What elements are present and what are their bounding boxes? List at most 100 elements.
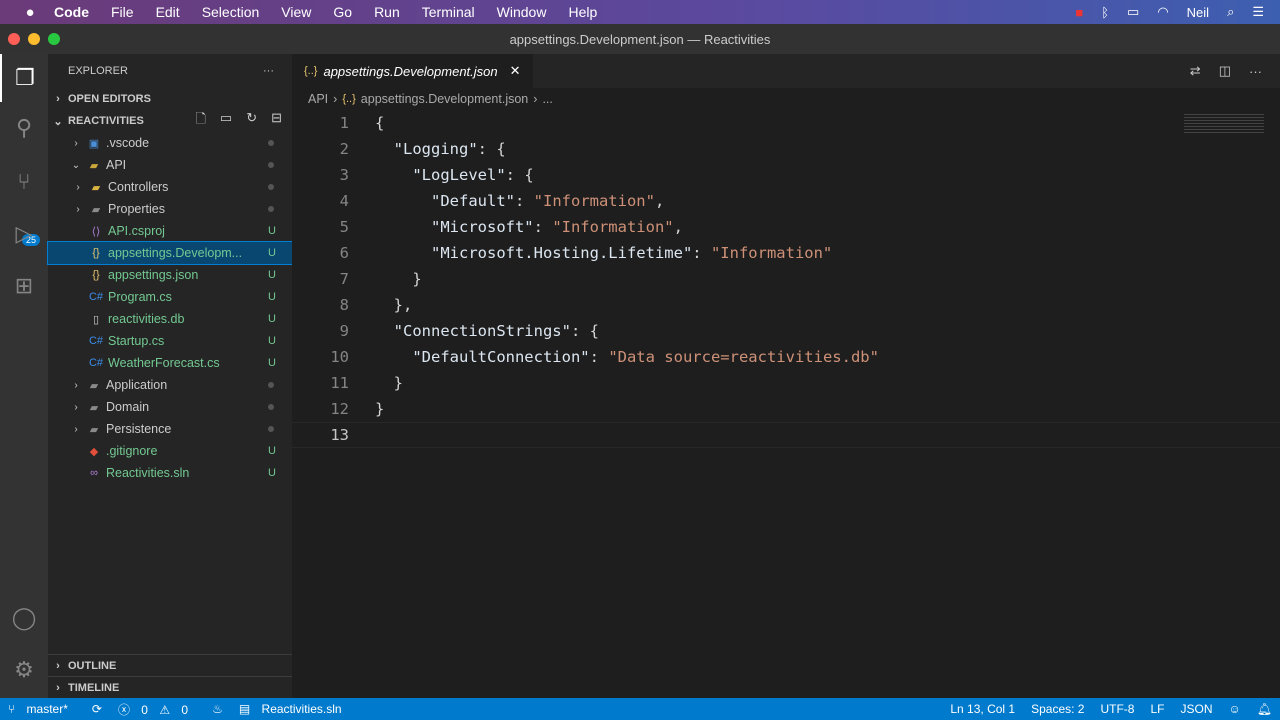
code-editor[interactable]: 1{2 "Logging": {3 "LogLevel": {4 "Defaul… <box>292 110 1280 448</box>
tree-item-persistence-folder[interactable]: › ▰ Persistence <box>48 418 292 440</box>
new-file-icon[interactable]: 🗋 <box>195 110 205 132</box>
refresh-icon[interactable]: ↻ <box>246 110 257 132</box>
solution-status[interactable]: ▤ Reactivities.sln <box>239 702 350 716</box>
extensions-icon[interactable]: ⊞ <box>0 262 48 310</box>
tree-item-application-folder[interactable]: › ▰ Application <box>48 374 292 396</box>
line-number: 4 <box>339 192 349 210</box>
tree-item-startup-file[interactable]: C# Startup.cs U <box>48 330 292 352</box>
breadcrumb-file[interactable]: appsettings.Development.json <box>361 92 528 106</box>
split-editor-icon[interactable]: ◫ <box>1219 63 1231 79</box>
open-changes-icon[interactable]: ⇄ <box>1190 63 1201 79</box>
file-type-icon: ▣ <box>88 137 100 150</box>
file-type-icon: ▰ <box>89 401 99 414</box>
account-icon[interactable]: ◯ <box>0 594 48 642</box>
gear-icon[interactable]: ⚙ <box>0 646 48 694</box>
line-number: 9 <box>339 322 349 340</box>
encoding[interactable]: UTF-8 <box>1100 702 1134 716</box>
tab-appsettings-development[interactable]: {..} appsettings.Development.json ✕ <box>292 54 533 88</box>
menu-code[interactable]: Code <box>54 4 89 20</box>
tree-item-api-folder[interactable]: ⌄ ▰ API <box>48 154 292 176</box>
tree-item-properties-folder[interactable]: › ▰ Properties <box>48 198 292 220</box>
collapse-all-icon[interactable]: ⊟ <box>271 110 282 132</box>
file-type-icon: ∞ <box>90 467 98 479</box>
menu-go[interactable]: Go <box>333 4 352 20</box>
cursor-position[interactable]: Ln 13, Col 1 <box>950 702 1015 716</box>
more-actions-icon[interactable]: ··· <box>1249 64 1262 79</box>
code-token: "Information" <box>552 218 674 236</box>
tree-item-label: appsettings.json <box>108 268 199 282</box>
project-section[interactable]: ⌄ REACTIVITIES 🗋 ▭ ↻ ⊟ <box>48 110 292 132</box>
bluetooth-icon[interactable]: ᛒ <box>1101 5 1109 20</box>
tree-item-solution-file[interactable]: ∞ Reactivities.sln U <box>48 462 292 484</box>
tree-item-controllers-folder[interactable]: › ▰ Controllers <box>48 176 292 198</box>
git-status-badge: U <box>268 313 276 325</box>
menu-file[interactable]: File <box>111 4 134 20</box>
menu-edit[interactable]: Edit <box>156 4 180 20</box>
menu-help[interactable]: Help <box>568 4 597 20</box>
menu-run[interactable]: Run <box>374 4 400 20</box>
file-type-icon: C# <box>88 335 104 347</box>
file-type-icon: ▯ <box>92 313 100 326</box>
wifi-icon[interactable]: ◠ <box>1157 4 1168 20</box>
flame-icon[interactable]: ♨ <box>212 702 223 716</box>
language-mode[interactable]: JSON <box>1180 702 1212 716</box>
feedback-icon[interactable]: ☺ <box>1229 702 1241 716</box>
tree-item-appsettings-development-file[interactable]: {} appsettings.Developm... U <box>47 241 293 265</box>
minimize-window-button[interactable] <box>28 33 40 45</box>
file-type-icon: ⟨⟩ <box>91 225 101 238</box>
line-ending[interactable]: LF <box>1150 702 1164 716</box>
search-icon[interactable]: ⚲ <box>0 104 48 152</box>
menu-window[interactable]: Window <box>497 4 547 20</box>
record-icon[interactable]: ■ <box>1075 5 1083 20</box>
menu-terminal[interactable]: Terminal <box>422 4 475 20</box>
source-control-icon[interactable]: ⑂ <box>0 158 48 206</box>
zoom-window-button[interactable] <box>48 33 60 45</box>
warning-count: 0 <box>181 702 189 717</box>
tree-item-program-file[interactable]: C# Program.cs U <box>48 286 292 308</box>
search-icon[interactable]: ⌕ <box>1227 4 1234 20</box>
tree-item-label: .vscode <box>106 136 150 150</box>
tree-item-vscode-folder[interactable]: › ▣ .vscode <box>48 132 292 154</box>
open-editors-section[interactable]: › OPEN EDITORS <box>48 88 292 110</box>
breadcrumb-symbol[interactable]: ... <box>542 92 552 106</box>
new-folder-icon[interactable]: ▭ <box>220 110 232 132</box>
code-line: 10 "DefaultConnection": "Data source=rea… <box>292 344 1280 370</box>
more-actions-icon[interactable]: ··· <box>263 65 274 77</box>
modified-dot-icon <box>268 206 274 212</box>
indentation[interactable]: Spaces: 2 <box>1031 702 1084 716</box>
tree-item-gitignore-file[interactable]: ◆ .gitignore U <box>48 440 292 462</box>
tree-item-domain-folder[interactable]: › ▰ Domain <box>48 396 292 418</box>
file-type-icon: ▰ <box>91 203 101 216</box>
tree-item-appsettings-file[interactable]: {} appsettings.json U <box>48 264 292 286</box>
close-window-button[interactable] <box>8 33 20 45</box>
tree-item-api-csproj-file[interactable]: ⟨⟩ API.csproj U <box>48 220 292 242</box>
minimap[interactable] <box>1184 114 1264 134</box>
code-token: , <box>654 192 665 210</box>
branch-status[interactable]: ⑂ master* <box>8 702 76 716</box>
menu-view[interactable]: View <box>281 4 311 20</box>
chevron-icon: › <box>76 181 80 193</box>
line-number: 11 <box>330 374 349 392</box>
notifications-icon[interactable]: 🔔︎ <box>1257 702 1272 716</box>
menubar-user[interactable]: Neil <box>1187 5 1209 20</box>
breadcrumb-folder[interactable]: API <box>308 92 328 106</box>
run-debug-icon[interactable]: ▷ <box>0 210 48 258</box>
line-number: 6 <box>339 244 349 262</box>
explorer-icon[interactable]: ❐ <box>0 54 48 102</box>
line-number: 3 <box>339 166 349 184</box>
menu-selection[interactable]: Selection <box>202 4 260 20</box>
tree-item-weatherforecast-file[interactable]: C# WeatherForecast.cs U <box>48 352 292 374</box>
outline-section[interactable]: › OUTLINE <box>48 654 292 676</box>
sync-icon[interactable]: ⟳ <box>92 702 102 716</box>
timeline-section[interactable]: › TIMELINE <box>48 676 292 698</box>
code-token: : { <box>570 322 599 340</box>
close-tab-icon[interactable]: ✕ <box>510 63 521 79</box>
battery-icon[interactable]: ▭ <box>1127 4 1139 20</box>
git-status-badge: U <box>268 335 276 347</box>
code-token: } <box>375 374 403 392</box>
control-center-icon[interactable]: ☰ <box>1252 4 1264 20</box>
project-label: REACTIVITIES <box>68 115 144 127</box>
problems-status[interactable]: ⓧ 0 ⚠ 0 <box>118 701 196 718</box>
apple-icon[interactable]: ● <box>20 4 40 21</box>
tree-item-reactivities-db-file[interactable]: ▯ reactivities.db U <box>48 308 292 330</box>
